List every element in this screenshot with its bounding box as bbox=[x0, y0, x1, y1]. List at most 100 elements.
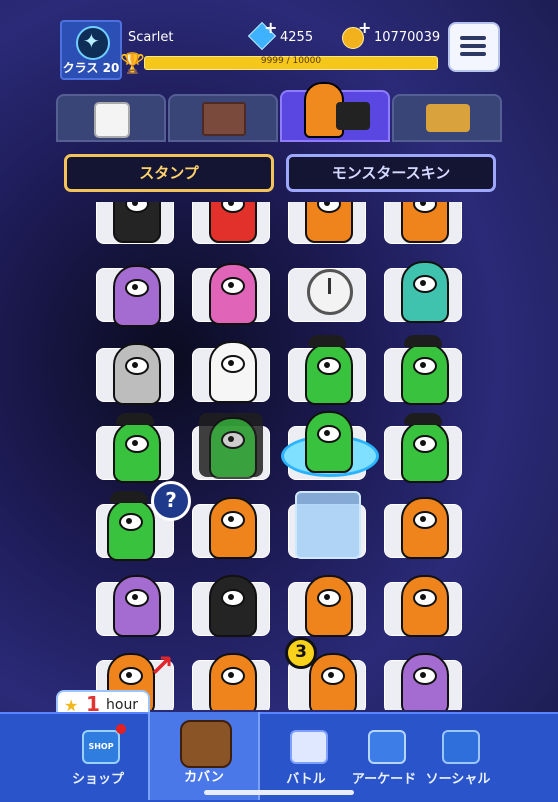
ice-block-stamp-icon bbox=[295, 491, 361, 559]
stamp-item[interactable] bbox=[384, 653, 462, 710]
nav-social[interactable]: ソーシャル bbox=[414, 722, 502, 792]
green-monster-stamp-icon bbox=[305, 343, 353, 405]
stamp-item[interactable] bbox=[288, 202, 366, 244]
menu-button[interactable] bbox=[448, 22, 500, 72]
rank-emblem-icon bbox=[76, 26, 110, 60]
stamp-item[interactable] bbox=[384, 413, 462, 483]
player-name: Scarlet bbox=[128, 30, 174, 45]
stamp-item[interactable] bbox=[192, 263, 270, 325]
gem-count: 4255 bbox=[280, 30, 314, 45]
add-coins-button[interactable]: + bbox=[358, 18, 371, 37]
question-badge-icon: ? bbox=[151, 481, 191, 521]
shop-sign-label: SHOP bbox=[88, 742, 114, 751]
stamp-item[interactable] bbox=[384, 497, 462, 559]
green-monster-stamp-icon bbox=[305, 411, 353, 473]
stamp-item[interactable] bbox=[384, 575, 462, 637]
tab-items[interactable] bbox=[392, 94, 502, 142]
coin-count: 10770039 bbox=[374, 30, 441, 45]
stamp-item[interactable] bbox=[384, 335, 462, 405]
black-hat-icon bbox=[404, 413, 442, 425]
orange-monster-stamp-icon bbox=[209, 653, 257, 710]
trophy-icon: 🏆 bbox=[120, 51, 145, 75]
stamp-item[interactable] bbox=[96, 202, 174, 244]
stamp-item[interactable] bbox=[192, 202, 270, 244]
timer-unit: hour bbox=[106, 697, 139, 713]
black-hat-icon bbox=[110, 491, 148, 503]
stamp-item[interactable] bbox=[288, 335, 366, 405]
rank-label: クラス 20 bbox=[62, 61, 120, 75]
ninja-stamp-icon bbox=[209, 575, 257, 637]
stamp-item[interactable] bbox=[281, 411, 379, 480]
bottom-navigation: SHOP ショップ バトル アーケード ソーシャル bbox=[0, 712, 558, 802]
count-badge: 3 bbox=[285, 637, 317, 669]
stamp-item[interactable] bbox=[96, 265, 174, 327]
stamp-item[interactable] bbox=[288, 491, 366, 559]
stamp-item[interactable] bbox=[96, 575, 174, 637]
orange-monster-stamp-icon bbox=[305, 202, 353, 243]
tab-stamps[interactable]: スタンプ bbox=[64, 154, 274, 192]
stamp-item[interactable] bbox=[288, 575, 366, 637]
stamp-item[interactable]: ? bbox=[96, 481, 191, 561]
orange-monster-stamp-icon bbox=[209, 497, 257, 559]
shop-icon: SHOP bbox=[82, 730, 120, 764]
green-monster-stamp-icon bbox=[401, 421, 449, 483]
purple-monster-stamp-icon bbox=[113, 265, 161, 327]
menu-line-icon bbox=[460, 36, 486, 40]
orange-monster-stamp-icon bbox=[309, 653, 357, 710]
top-bar: クラス 20 Scarlet + 4255 + 10770039 🏆 9999 … bbox=[0, 0, 558, 86]
stamp-item[interactable] bbox=[384, 261, 462, 323]
stamp-item[interactable] bbox=[96, 343, 174, 405]
pink-monster-stamp-icon bbox=[209, 263, 257, 325]
dice-battle-icon bbox=[290, 730, 328, 764]
nav-shop[interactable]: SHOP ショップ bbox=[54, 722, 142, 792]
arcade-machine-icon bbox=[368, 730, 406, 764]
home-indicator[interactable] bbox=[204, 790, 354, 795]
green-monster-stamp-icon bbox=[401, 343, 449, 405]
green-monster-stamp-icon bbox=[209, 417, 257, 479]
board-icon bbox=[202, 102, 246, 136]
purple-monster-stamp-icon bbox=[113, 575, 161, 637]
stamp-item[interactable] bbox=[384, 202, 462, 244]
stamp-item[interactable] bbox=[192, 413, 270, 480]
xp-progress-bar: 9999 / 10000 bbox=[144, 56, 438, 70]
alarm-clock-stamp-icon bbox=[307, 269, 353, 315]
backpack-icon bbox=[180, 720, 232, 768]
ninja-stamp-icon bbox=[113, 202, 161, 243]
black-hat-icon bbox=[308, 335, 346, 347]
nav-shop-label: ショップ bbox=[71, 772, 124, 787]
nav-battle[interactable]: バトル bbox=[262, 722, 350, 792]
tab-stamp[interactable] bbox=[280, 82, 390, 142]
tab-dice[interactable] bbox=[56, 94, 166, 142]
xp-text: 9999 / 10000 bbox=[260, 56, 322, 66]
stamp-item[interactable] bbox=[192, 341, 270, 403]
orange-monster-stamp-icon bbox=[401, 497, 449, 559]
up-arrow-icon: ↗ bbox=[149, 649, 175, 684]
stamp-item[interactable] bbox=[192, 497, 270, 559]
nav-bag[interactable]: カバン bbox=[148, 712, 260, 800]
stamp-item[interactable] bbox=[96, 413, 174, 483]
stamp-item[interactable] bbox=[288, 268, 366, 322]
stamp-item[interactable]: 3 bbox=[285, 637, 366, 710]
green-monster-stamp-icon bbox=[113, 421, 161, 483]
tab-board[interactable] bbox=[168, 94, 278, 142]
tab-monster-skins[interactable]: モンスタースキン bbox=[286, 154, 496, 192]
player-rank-badge[interactable]: クラス 20 bbox=[60, 20, 122, 80]
menu-line-icon bbox=[460, 44, 486, 48]
reaper-monster-stamp-icon bbox=[209, 341, 257, 403]
green-monster-stamp-icon bbox=[107, 499, 155, 561]
witch-monster-stamp-icon bbox=[401, 653, 449, 710]
nav-social-label: ソーシャル bbox=[425, 772, 491, 787]
add-gems-button[interactable]: + bbox=[264, 18, 277, 37]
teal-monster-flag-stamp-icon bbox=[401, 261, 449, 323]
stamp-item[interactable] bbox=[192, 653, 270, 710]
grey-monster-stamp-icon bbox=[113, 343, 161, 405]
notification-dot bbox=[116, 724, 126, 734]
orange-monster-stamp-icon bbox=[305, 575, 353, 637]
item-pack-icon bbox=[426, 104, 470, 132]
social-phone-icon bbox=[442, 730, 480, 764]
nav-bag-label: カバン bbox=[184, 770, 224, 785]
stamp-grid: ? ↗ 3 bbox=[94, 202, 464, 710]
black-hat-icon bbox=[116, 413, 154, 425]
stamp-item[interactable] bbox=[192, 575, 270, 637]
nav-battle-label: バトル bbox=[286, 772, 326, 787]
